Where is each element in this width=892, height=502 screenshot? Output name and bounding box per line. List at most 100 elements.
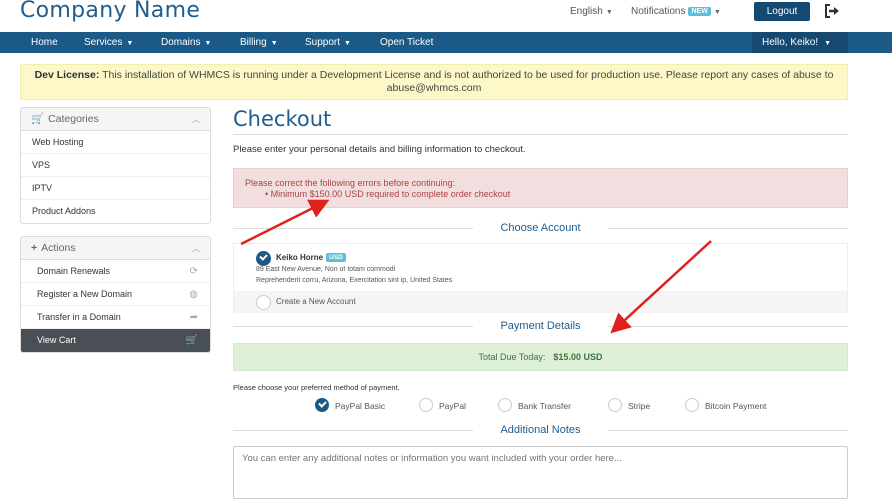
payment-option-bank-transfer[interactable]: Bank Transfer [498,398,571,412]
actions-panel-header[interactable]: + Actions ︿ [21,237,210,260]
payment-option-label: PayPal [439,401,466,411]
checkout-intro: Please enter your personal details and b… [233,144,526,155]
new-account-option[interactable]: Create a New Account [234,291,847,313]
globe-icon: ◍ [189,289,198,300]
dev-license-text: This installation of WHMCS is running un… [102,69,834,94]
sign-out-icon[interactable] [824,4,840,18]
caret-down-icon: ▼ [270,40,278,47]
new-account-label: Create a New Account [276,297,356,306]
account-address-line1: 89 East New Avenue, Non ut totam commodi [256,266,396,273]
categories-panel-header[interactable]: 🛒 Categories ︿ [21,108,210,131]
radio-unselected-icon[interactable] [685,398,699,412]
action-view-cart-label: View Cart [37,335,76,345]
company-logo[interactable]: Company Name [20,0,200,23]
nav-domains[interactable]: Domains ▼ [161,32,211,53]
additional-notes-heading: Additional Notes [233,424,848,436]
account-address-line2: Reprehenderit corru, Arizona, Exercitati… [256,277,453,284]
title-divider [233,134,848,135]
payment-option-paypal[interactable]: PayPal [419,398,466,412]
cart-icon: 🛒 [31,113,45,125]
action-register-domain-label: Register a New Domain [37,289,133,299]
nav-support-label: Support [305,37,341,48]
additional-notes-textarea[interactable] [233,446,848,499]
main-navbar: Home Services ▼ Domains ▼ Billing ▼ Support… [0,32,892,53]
account-radio-selected[interactable] [256,251,271,266]
account-name: Keiko Horne [276,253,324,262]
actions-title: Actions [41,242,76,254]
categories-panel: 🛒 Categories ︿ Web Hosting VPS IPTV Produ… [20,107,211,224]
payment-option-label: Stripe [628,401,651,411]
payment-option-bitcoin[interactable]: Bitcoin Payment [685,398,766,412]
category-iptv[interactable]: IPTV [21,177,210,200]
top-header: Company Name English ▼ Notifications NEW ▼ … [0,0,892,32]
category-vps[interactable]: VPS [21,154,210,177]
action-register-domain[interactable]: Register a New Domain ◍ [21,283,210,306]
category-web-hosting[interactable]: Web Hosting [21,131,210,154]
language-dropdown[interactable]: English ▼ [570,6,613,17]
additional-notes-label: Additional Notes [500,424,581,436]
user-greeting: Hello, Keiko! [762,37,819,48]
payment-option-paypal-basic[interactable]: PayPal Basic [315,398,385,412]
nav-domains-label: Domains [161,37,201,48]
plus-icon: + [31,242,38,254]
action-domain-renewals[interactable]: Domain Renewals ⟳ [21,260,210,283]
action-domain-renewals-label: Domain Renewals [37,266,111,276]
error-item-text: Minimum $150.00 USD required to complete… [270,189,511,199]
choose-account-heading: Choose Account [233,222,848,234]
choose-account-label: Choose Account [500,222,581,234]
existing-account-option[interactable]: Keiko Horne USD 89 East New Avenue, Non u… [234,244,847,290]
action-transfer-domain[interactable]: Transfer in a Domain ➦ [21,306,210,329]
payment-instructions: Please choose your preferred method of p… [233,383,400,392]
new-account-radio[interactable] [256,295,271,310]
chevron-up-icon[interactable]: ︿ [192,237,200,260]
account-name-row: Keiko Horne USD [276,253,346,262]
error-alert: Please correct the following errors befo… [233,168,848,208]
payment-option-label: PayPal Basic [335,401,386,411]
nav-support[interactable]: Support ▼ [305,32,351,53]
total-due-value: $15.00 USD [553,352,603,362]
share-icon: ➦ [189,312,198,323]
nav-services-label: Services [84,37,123,48]
dev-license-label: Dev License: [34,69,100,81]
payment-details-label: Payment Details [500,320,581,332]
error-heading: Please correct the following errors befo… [245,178,456,188]
categories-title: Categories [48,113,99,125]
notifications-dropdown[interactable]: Notifications NEW ▼ [631,6,721,17]
nav-services[interactable]: Services ▼ [84,32,133,53]
payment-option-label: Bank Transfer [518,401,571,411]
radio-selected-icon[interactable] [315,398,329,412]
actions-panel: + Actions ︿ Domain Renewals ⟳ Register a N… [20,236,211,353]
notifications-label: Notifications [631,6,686,17]
nav-billing[interactable]: Billing ▼ [240,32,278,53]
category-product-addons[interactable]: Product Addons [21,200,210,223]
action-view-cart[interactable]: View Cart 🛒 [21,329,210,352]
caret-down-icon: ▼ [605,9,613,16]
language-label: English [570,6,603,17]
page-title: Checkout [233,107,332,131]
action-transfer-domain-label: Transfer in a Domain [37,312,121,322]
total-due-box: Total Due Today: $15.00 USD [233,343,848,371]
payment-details-heading: Payment Details [233,320,848,332]
refresh-icon: ⟳ [189,266,198,277]
caret-down-icon: ▼ [344,40,351,47]
total-due-label: Total Due Today: [478,352,546,362]
caret-down-icon: ▼ [126,40,134,47]
radio-unselected-icon[interactable] [608,398,622,412]
currency-badge: USD [326,253,346,262]
user-menu[interactable]: Hello, Keiko! ▼ [752,32,848,53]
cart-icon: 🛒 [185,335,198,346]
logout-button[interactable]: Logout [754,2,810,21]
caret-down-icon: ▼ [204,40,212,47]
radio-unselected-icon[interactable] [498,398,512,412]
error-item: • Minimum $150.00 USD required to comple… [265,189,511,199]
nav-billing-label: Billing [240,37,267,48]
radio-unselected-icon[interactable] [419,398,433,412]
payment-option-stripe[interactable]: Stripe [608,398,650,412]
nav-home[interactable]: Home [31,32,58,53]
new-badge: NEW [688,7,711,16]
chevron-up-icon[interactable]: ︿ [192,108,200,131]
nav-open-ticket[interactable]: Open Ticket [380,32,433,53]
caret-down-icon: ▼ [713,9,721,16]
account-selector: Keiko Horne USD 89 East New Avenue, Non u… [233,243,848,313]
payment-option-label: Bitcoin Payment [705,401,767,411]
